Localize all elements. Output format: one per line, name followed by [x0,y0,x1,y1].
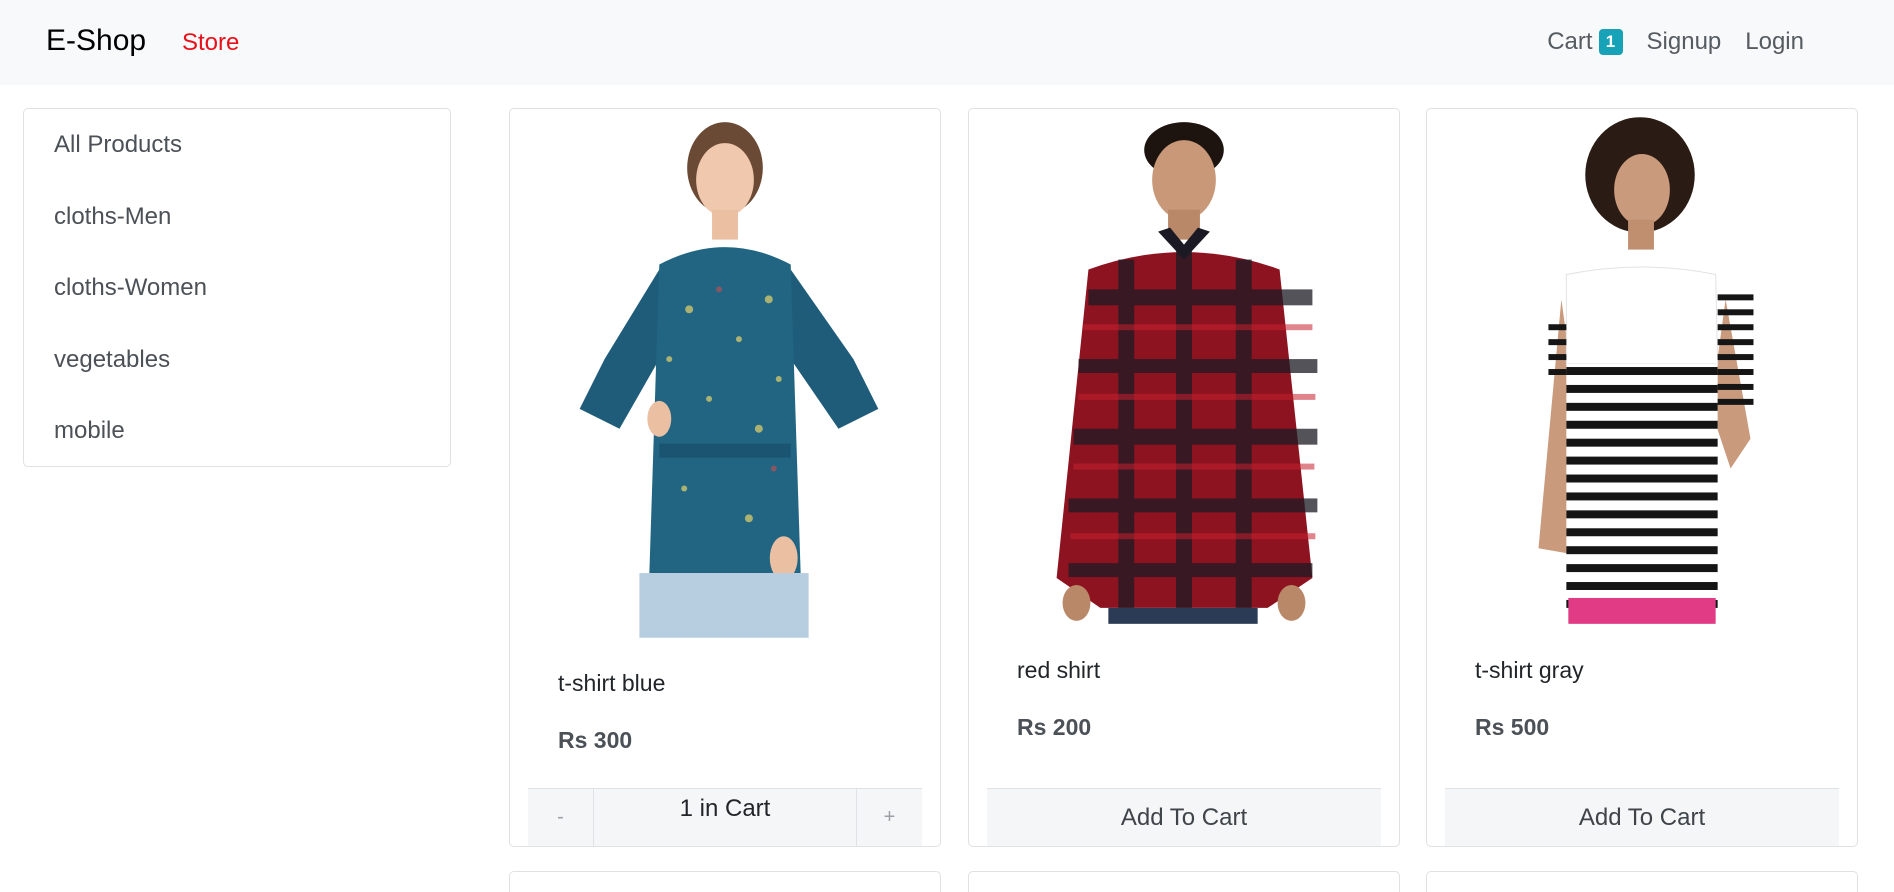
product-card-partial [1426,871,1858,892]
category-cloths-men[interactable]: cloths-Men [24,181,450,253]
store-link[interactable]: Store [182,29,239,57]
product-title[interactable]: t-shirt blue [558,670,665,697]
category-mobile[interactable]: mobile [24,395,450,467]
category-all-products[interactable]: All Products [24,109,450,181]
brand-logo[interactable]: E-Shop [46,24,146,58]
cart-link[interactable]: Cart 1 [1547,28,1623,56]
category-vegetables[interactable]: vegetables [24,324,450,396]
product-card-partial [968,871,1400,892]
product-title[interactable]: red shirt [1017,657,1100,684]
decrease-quantity-button[interactable]: - [528,789,594,846]
product-image[interactable] [510,109,940,639]
card-footer: Add To Cart [987,788,1381,846]
add-to-cart-button[interactable]: Add To Cart [987,789,1381,846]
category-cloths-women[interactable]: cloths-Women [24,252,450,324]
cart-quantity-control: - 1 in Cart + [528,788,922,846]
product-title[interactable]: t-shirt gray [1475,657,1584,684]
product-image[interactable] [1427,109,1857,639]
product-price: Rs 500 [1475,714,1550,740]
product-price: Rs 300 [558,727,633,753]
product-card: t-shirt blue Rs 300 - 1 in Cart + [509,108,941,847]
cart-count-badge: 1 [1598,29,1623,55]
in-cart-count: 1 in Cart [594,789,856,846]
product-image[interactable] [969,109,1399,639]
man-plaid-shirt-image [1056,122,1318,624]
signup-link[interactable]: Signup [1647,28,1722,56]
nav-right: Cart 1 Signup Login [1547,28,1804,56]
cart-label: Cart [1547,28,1593,55]
category-sidebar: All Products cloths-Men cloths-Women veg… [23,108,451,467]
product-card: red shirt Rs 200 Add To Cart [968,108,1400,847]
woman-blouse-image [579,122,879,638]
card-footer: Add To Cart [1445,788,1839,846]
increase-quantity-button[interactable]: + [856,789,922,846]
product-card: t-shirt gray Rs 500 Add To Cart [1426,108,1858,847]
add-to-cart-button[interactable]: Add To Cart [1445,789,1839,846]
login-link[interactable]: Login [1745,28,1804,56]
woman-striped-tshirt-image [1538,117,1754,624]
product-card-partial [509,871,941,892]
navbar: E-Shop Store Cart 1 Signup Login [0,0,1894,85]
product-price: Rs 200 [1017,714,1092,740]
